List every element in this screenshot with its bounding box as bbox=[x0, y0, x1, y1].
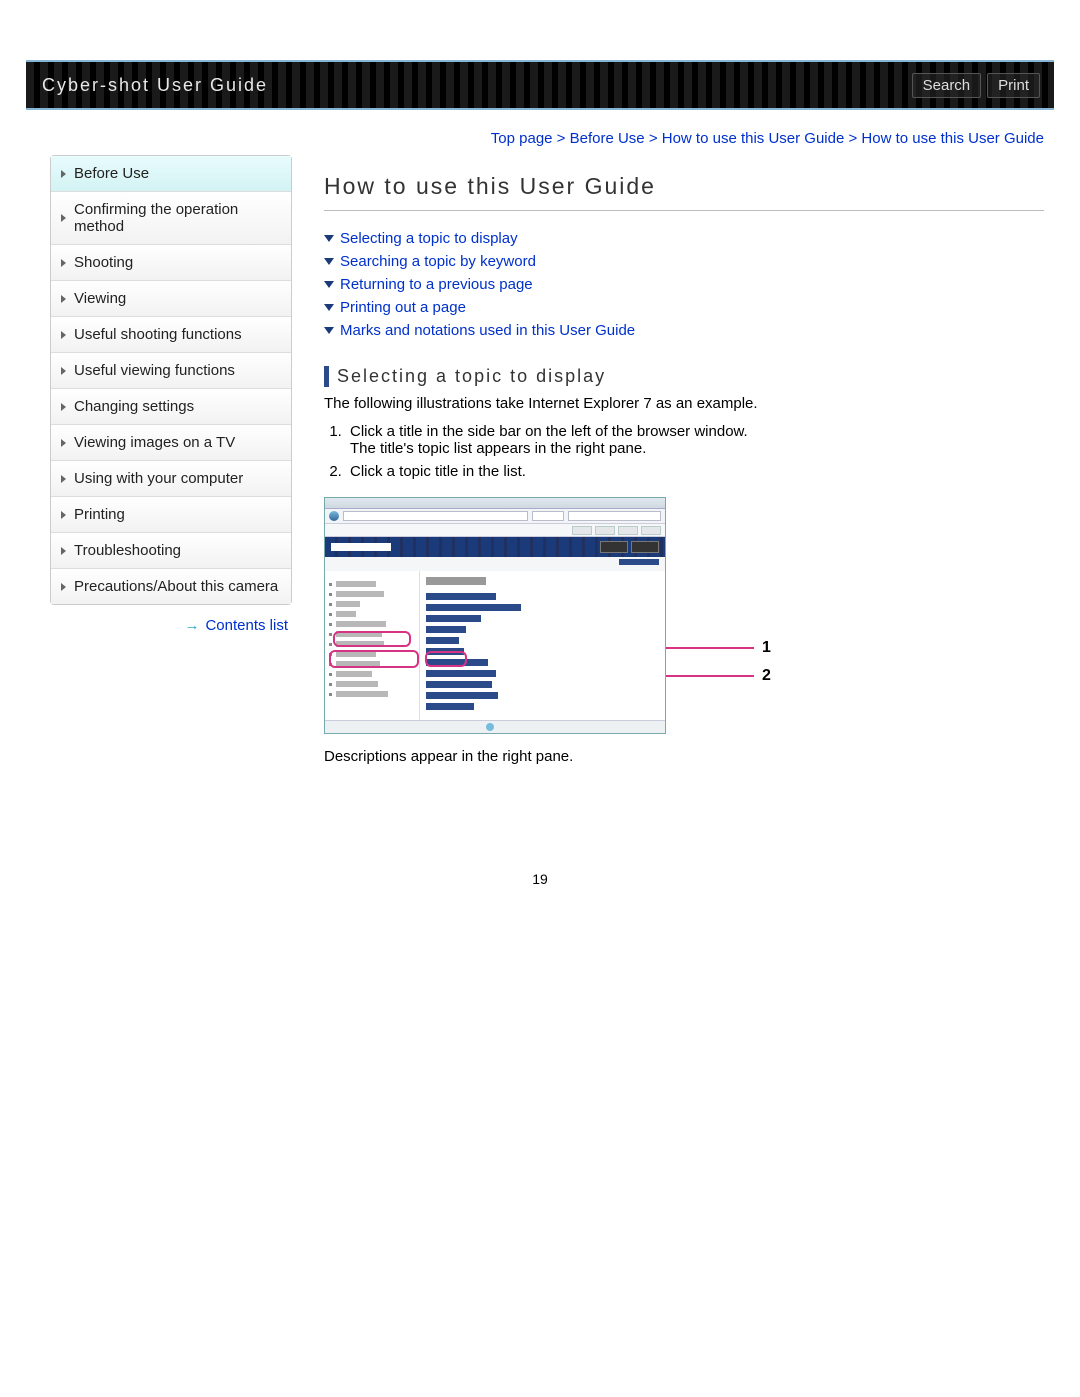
caret-right-icon bbox=[61, 583, 66, 591]
sidebar-item[interactable]: Printing bbox=[51, 497, 291, 533]
sidebar-item[interactable]: Before Use bbox=[51, 156, 291, 192]
jump-link[interactable]: Marks and notations used in this User Gu… bbox=[324, 319, 1044, 342]
sidebar-item-label: Useful viewing functions bbox=[74, 362, 235, 379]
caret-right-icon bbox=[61, 295, 66, 303]
jump-link-list: Selecting a topic to display Searching a … bbox=[324, 227, 1044, 342]
sidebar-item-label: Before Use bbox=[74, 165, 149, 182]
section-title: Selecting a topic to display bbox=[324, 366, 1044, 387]
sidebar-item-label: Troubleshooting bbox=[74, 542, 181, 559]
sidebar-item[interactable]: Confirming the operation method bbox=[51, 192, 291, 245]
jump-link-label: Marks and notations used in this User Gu… bbox=[340, 322, 635, 339]
caret-right-icon bbox=[61, 331, 66, 339]
jump-link[interactable]: Selecting a topic to display bbox=[324, 227, 1044, 250]
callout-1: 1 bbox=[754, 639, 771, 657]
sidebar-item[interactable]: Troubleshooting bbox=[51, 533, 291, 569]
print-button[interactable]: Print bbox=[987, 73, 1040, 98]
screenshot-callouts: 1 2 bbox=[666, 497, 771, 734]
page-number: 19 bbox=[0, 811, 1080, 917]
caret-right-icon bbox=[61, 367, 66, 375]
jump-link-label: Printing out a page bbox=[340, 299, 466, 316]
sidebar-item-label: Precautions/About this camera bbox=[74, 578, 278, 595]
sidebar-item-label: Printing bbox=[74, 506, 125, 523]
sidebar-item[interactable]: Useful shooting functions bbox=[51, 317, 291, 353]
breadcrumb[interactable]: Top page > Before Use > How to use this … bbox=[0, 110, 1080, 155]
sidebar-item[interactable]: Viewing bbox=[51, 281, 291, 317]
caret-right-icon bbox=[61, 259, 66, 267]
step-item: Click a title in the side bar on the lef… bbox=[346, 420, 1044, 460]
sidebar-item-label: Viewing bbox=[74, 290, 126, 307]
sidebar-item[interactable]: Precautions/About this camera bbox=[51, 569, 291, 604]
down-triangle-icon bbox=[324, 327, 334, 334]
sidebar-item[interactable]: Useful viewing functions bbox=[51, 353, 291, 389]
callout-2: 2 bbox=[754, 667, 771, 685]
sidebar-item[interactable]: Using with your computer bbox=[51, 461, 291, 497]
jump-link[interactable]: Searching a topic by keyword bbox=[324, 250, 1044, 273]
after-screenshot-text: Descriptions appear in the right pane. bbox=[324, 748, 1044, 765]
caret-right-icon bbox=[61, 403, 66, 411]
sidebar-item-label: Shooting bbox=[74, 254, 133, 271]
search-button[interactable]: Search bbox=[912, 73, 982, 98]
caret-right-icon bbox=[61, 170, 66, 178]
down-triangle-icon bbox=[324, 235, 334, 242]
sidebar-item[interactable]: Viewing images on a TV bbox=[51, 425, 291, 461]
jump-link[interactable]: Returning to a previous page bbox=[324, 273, 1044, 296]
step-item: Click a topic title in the list. bbox=[346, 460, 1044, 483]
step-list: Click a title in the side bar on the lef… bbox=[346, 420, 1044, 483]
down-triangle-icon bbox=[324, 304, 334, 311]
jump-link[interactable]: Printing out a page bbox=[324, 296, 1044, 319]
down-triangle-icon bbox=[324, 258, 334, 265]
jump-link-label: Searching a topic by keyword bbox=[340, 253, 536, 270]
jump-link-label: Selecting a topic to display bbox=[340, 230, 518, 247]
contents-list-label: Contents list bbox=[205, 617, 288, 634]
down-triangle-icon bbox=[324, 281, 334, 288]
sidebar-item-label: Changing settings bbox=[74, 398, 194, 415]
jump-link-label: Returning to a previous page bbox=[340, 276, 533, 293]
sidebar-item[interactable]: Shooting bbox=[51, 245, 291, 281]
divider bbox=[324, 210, 1044, 211]
sidebar-item-label: Confirming the operation method bbox=[74, 201, 281, 235]
arrow-right-icon: → bbox=[184, 617, 199, 634]
sidebar-item[interactable]: Changing settings bbox=[51, 389, 291, 425]
caret-right-icon bbox=[61, 511, 66, 519]
caret-right-icon bbox=[61, 214, 66, 222]
sidebar-item-label: Using with your computer bbox=[74, 470, 243, 487]
contents-list-link[interactable]: → Contents list bbox=[50, 605, 292, 634]
caret-right-icon bbox=[61, 547, 66, 555]
sidebar-item-label: Useful shooting functions bbox=[74, 326, 242, 343]
intro-text: The following illustrations take Interne… bbox=[324, 395, 1044, 412]
header-bar: Cyber-shot User Guide Search Print bbox=[26, 60, 1054, 110]
caret-right-icon bbox=[61, 475, 66, 483]
caret-right-icon bbox=[61, 439, 66, 447]
example-screenshot bbox=[324, 497, 666, 734]
page-title: How to use this User Guide bbox=[324, 173, 1044, 200]
header-title: Cyber-shot User Guide bbox=[42, 75, 268, 96]
sidebar-item-label: Viewing images on a TV bbox=[74, 434, 235, 451]
sidebar-nav: Before Use Confirming the operation metho… bbox=[50, 155, 292, 605]
